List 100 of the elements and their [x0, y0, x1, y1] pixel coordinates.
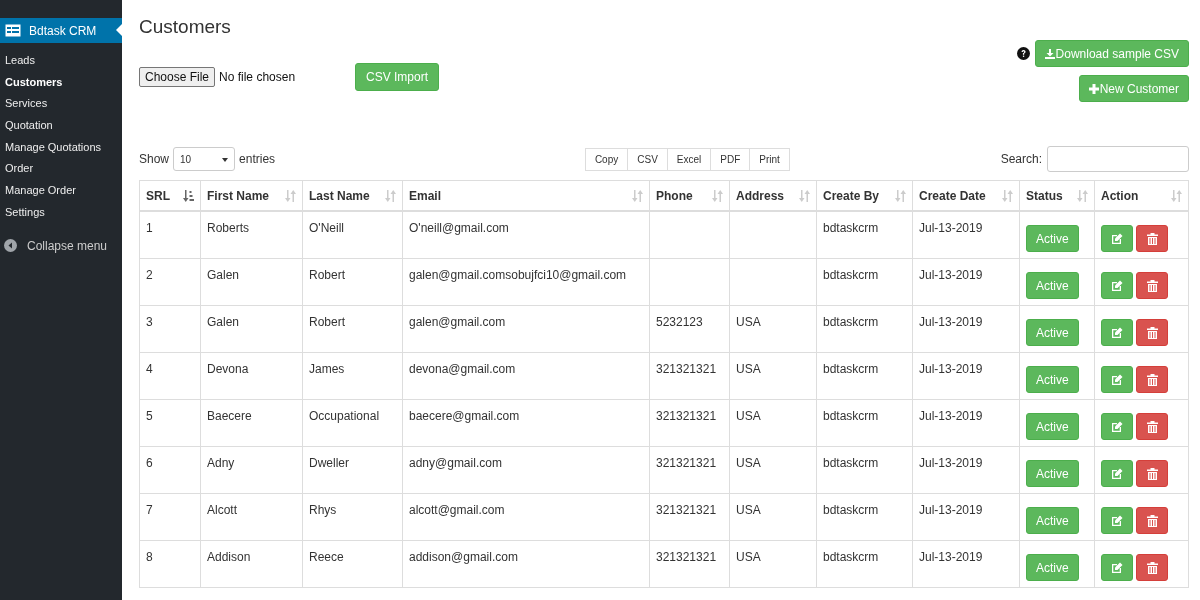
- sidebar-item[interactable]: Manage Order: [0, 180, 122, 202]
- edit-button[interactable]: [1101, 225, 1133, 253]
- delete-button[interactable]: [1136, 319, 1168, 346]
- table-cell: Jul-13-2019: [912, 352, 1020, 399]
- delete-button[interactable]: [1136, 554, 1168, 581]
- column-header[interactable]: First Name: [200, 180, 303, 211]
- sidebar-item[interactable]: Settings: [0, 201, 122, 224]
- sidebar-item[interactable]: Quotation: [0, 115, 122, 137]
- table-cell: Reece: [302, 540, 403, 587]
- table-cell: USA: [729, 352, 817, 399]
- trash-icon: [1146, 561, 1158, 574]
- search-field[interactable]: [1047, 146, 1189, 172]
- collapse-menu-button[interactable]: Collapse menu: [0, 229, 122, 262]
- help-icon[interactable]: [1016, 47, 1030, 60]
- edit-icon: [1111, 373, 1123, 386]
- sidebar-item[interactable]: Customers: [0, 71, 122, 94]
- card-icon: [5, 24, 21, 37]
- table-cell: addison@gmail.com: [402, 540, 650, 587]
- table-cell: Dweller: [302, 446, 403, 493]
- edit-button[interactable]: [1101, 319, 1133, 346]
- table-cell: 7: [139, 493, 201, 540]
- table-cell: USA: [729, 493, 817, 540]
- column-header[interactable]: Create By: [816, 180, 913, 211]
- column-header[interactable]: Last Name: [302, 180, 403, 211]
- export-button[interactable]: Excel: [666, 147, 712, 171]
- trash-icon: [1146, 467, 1158, 480]
- export-button[interactable]: Print: [749, 147, 790, 171]
- column-header[interactable]: SRL: [139, 180, 201, 211]
- edit-button[interactable]: [1101, 507, 1133, 534]
- delete-button[interactable]: [1136, 413, 1168, 440]
- table-cell: 5232123: [649, 305, 730, 352]
- table-cell: Jul-13-2019: [912, 211, 1020, 258]
- table-cell: 321321321: [649, 446, 730, 493]
- table-cell: Jul-13-2019: [912, 540, 1020, 587]
- export-button[interactable]: PDF: [710, 147, 751, 171]
- choose-file-button[interactable]: Choose File: [139, 67, 216, 87]
- file-status: No file chosen: [219, 70, 297, 84]
- delete-button[interactable]: [1136, 225, 1168, 253]
- table-cell: Roberts: [200, 211, 303, 258]
- show-label: Show: [139, 152, 170, 166]
- table-cell: alcott@gmail.com: [402, 493, 650, 540]
- table-cell: 321321321: [649, 399, 730, 446]
- export-button[interactable]: CSV: [627, 147, 668, 171]
- column-header[interactable]: Action: [1094, 180, 1189, 211]
- sidebar-item[interactable]: Manage Quotations: [0, 136, 122, 159]
- table-cell: 8: [139, 540, 201, 587]
- column-header[interactable]: Email: [402, 180, 650, 211]
- column-header[interactable]: Address: [729, 180, 817, 211]
- trash-icon: [1146, 279, 1158, 292]
- table-cell: 4: [139, 352, 201, 399]
- trash-icon: [1146, 326, 1158, 339]
- sidebar-item[interactable]: Order: [0, 158, 122, 181]
- table-cell: USA: [729, 399, 817, 446]
- column-header[interactable]: Create Date: [912, 180, 1020, 211]
- edit-button[interactable]: [1101, 272, 1133, 299]
- delete-button[interactable]: [1136, 366, 1168, 393]
- edit-button[interactable]: [1101, 413, 1133, 440]
- table-cell: USA: [729, 446, 817, 493]
- table-cell: 2: [139, 258, 201, 305]
- edit-icon: [1111, 514, 1123, 527]
- edit-button[interactable]: [1101, 460, 1133, 487]
- edit-button[interactable]: [1101, 366, 1133, 393]
- page-title: Customers: [139, 16, 232, 38]
- table-cell: 321321321: [649, 493, 730, 540]
- edit-button[interactable]: [1101, 554, 1133, 581]
- table-cell: 321321321: [649, 540, 730, 587]
- entries-select[interactable]: 10: [173, 147, 236, 171]
- delete-button[interactable]: [1136, 460, 1168, 487]
- table-cell: adny@gmail.com: [402, 446, 650, 493]
- plus-icon: [1088, 83, 1099, 94]
- table-cell: O'neill@gmail.com: [402, 211, 650, 258]
- table-cell: bdtaskcrm: [816, 399, 913, 446]
- trash-icon: [1146, 420, 1158, 433]
- table-cell: Jul-13-2019: [912, 446, 1020, 493]
- sidebar-item[interactable]: Leads: [0, 50, 122, 72]
- table-cell: 5: [139, 399, 201, 446]
- table-cell: bdtaskcrm: [816, 305, 913, 352]
- column-header[interactable]: Phone: [649, 180, 730, 211]
- table-cell: 321321321: [649, 352, 730, 399]
- table-cell: bdtaskcrm: [816, 446, 913, 493]
- export-button[interactable]: Copy: [584, 147, 629, 171]
- table-cell: Robert: [302, 258, 403, 305]
- column-header[interactable]: Status: [1019, 180, 1095, 211]
- delete-button[interactable]: [1136, 507, 1168, 534]
- table-cell: Galen: [200, 258, 303, 305]
- table-cell: Baecere: [200, 399, 303, 446]
- sidebar-brand[interactable]: Bdtask CRM: [0, 18, 122, 43]
- collapse-icon: [4, 239, 17, 252]
- entries-label: entries: [239, 152, 276, 166]
- table-cell: devona@gmail.com: [402, 352, 650, 399]
- table-cell: Jul-13-2019: [912, 399, 1020, 446]
- table-cell: Jul-13-2019: [912, 258, 1020, 305]
- delete-button[interactable]: [1136, 272, 1168, 299]
- edit-icon: [1111, 279, 1123, 292]
- table-cell: galen@gmail.com: [402, 305, 650, 352]
- table-cell: Devona: [200, 352, 303, 399]
- table-cell: Addison: [200, 540, 303, 587]
- table-cell: baecere@gmail.com: [402, 399, 650, 446]
- sidebar-item[interactable]: Services: [0, 93, 122, 116]
- table-cell: Galen: [200, 305, 303, 352]
